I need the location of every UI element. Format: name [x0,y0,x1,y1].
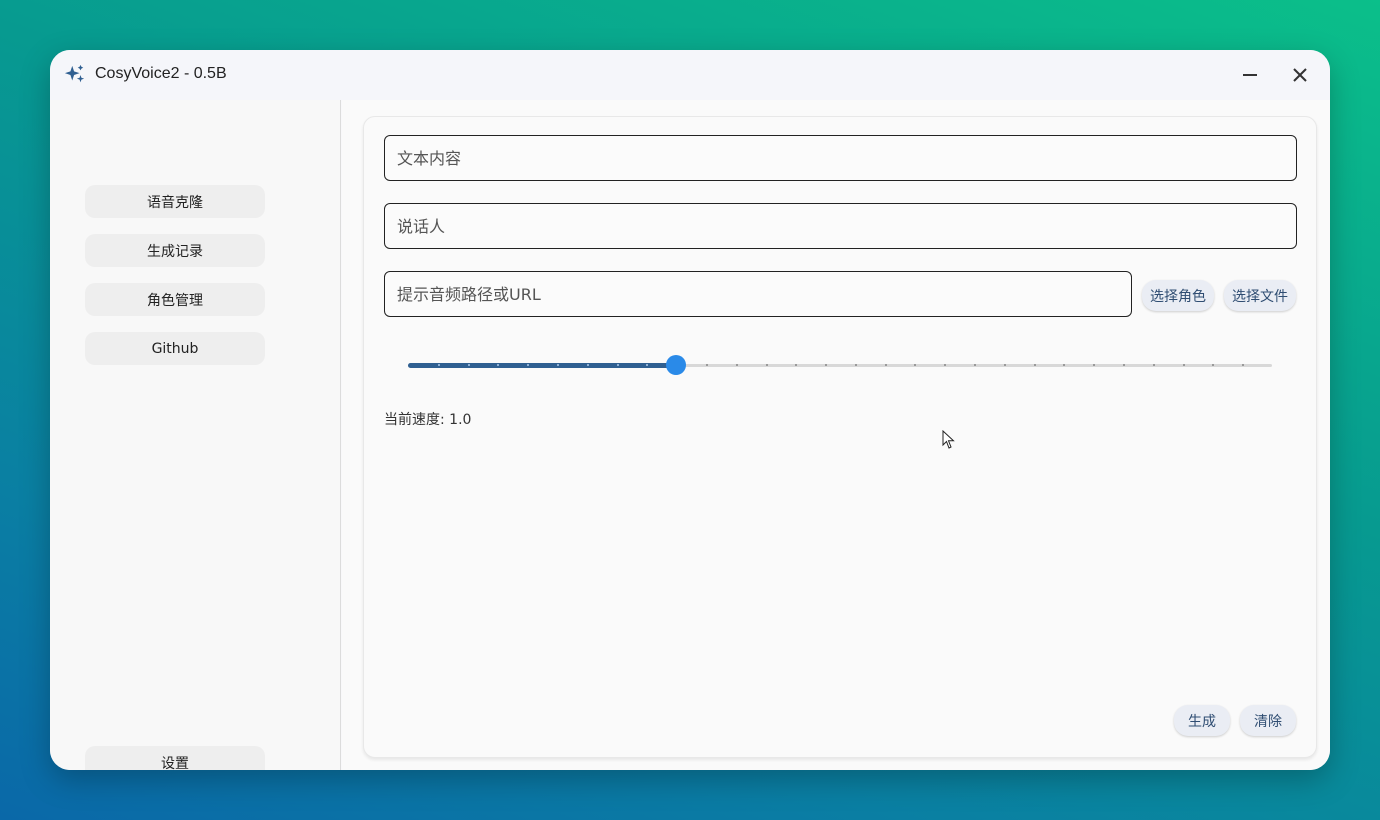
slider-tick [497,364,500,366]
slider-tick [705,364,708,366]
sidebar-item-settings[interactable]: 设置 [85,746,265,770]
slider-tick [1003,364,1006,366]
sidebar-item-label: 生成记录 [147,243,203,260]
title-bar: CosyVoice2 - 0.5B [50,50,1330,100]
prompt-audio-input[interactable] [385,272,1131,316]
slider-tick [646,364,649,366]
select-file-button[interactable]: 选择文件 [1224,280,1296,311]
sidebar-item-roles[interactable]: 角色管理 [85,283,265,316]
slider-tick [795,364,798,366]
slider-tick [974,364,977,366]
slider-tick [854,364,857,366]
slider-tick [1152,364,1155,366]
slider-tick [884,364,887,366]
slider-tick [586,364,589,366]
slider-tick [914,364,917,366]
text-content-field[interactable] [384,135,1297,181]
slider-tick [1033,364,1036,366]
slider-tick [437,364,440,366]
speed-slider[interactable] [408,355,1272,375]
speaker-input[interactable] [385,204,1296,248]
slider-tick [944,364,947,366]
slider-tick [527,364,530,366]
select-role-button[interactable]: 选择角色 [1142,280,1214,311]
slider-tick [467,364,470,366]
speaker-field[interactable] [384,203,1297,249]
sidebar: 语音克隆 生成记录 角色管理 Github 设置 [50,100,341,770]
sidebar-item-label: 角色管理 [147,292,203,309]
slider-tick [1123,364,1126,366]
slider-tick [556,364,559,366]
generate-button[interactable]: 生成 [1174,705,1230,736]
slider-tick [765,364,768,366]
text-content-input[interactable] [385,136,1296,180]
speed-slider-ticks [408,364,1272,367]
sidebar-item-label: 设置 [161,755,189,771]
sidebar-item-history[interactable]: 生成记录 [85,234,265,267]
sidebar-item-label: Github [151,340,199,357]
prompt-audio-field[interactable] [384,271,1132,317]
sidebar-item-label: 语音克隆 [147,194,203,211]
main-area: 选择角色 选择文件 当前速度: 1.0 生成 清除 [342,100,1330,770]
slider-tick [1093,364,1096,366]
slider-tick [1242,364,1245,366]
sidebar-item-voice-clone[interactable]: 语音克隆 [85,185,265,218]
slider-tick [735,364,738,366]
slider-tick [1182,364,1185,366]
app-window: CosyVoice2 - 0.5B 语音克隆 生成记录 角色管理 Github … [50,50,1330,770]
minimize-icon[interactable] [1240,65,1260,85]
voice-form-card: 选择角色 选择文件 当前速度: 1.0 生成 清除 [363,116,1317,758]
close-icon[interactable] [1290,65,1310,85]
clear-button[interactable]: 清除 [1240,705,1296,736]
sidebar-item-github[interactable]: Github [85,332,265,365]
speed-slider-thumb[interactable] [665,355,686,375]
slider-tick [1063,364,1066,366]
slider-tick [825,364,828,366]
window-title: CosyVoice2 - 0.5B [95,65,227,82]
slider-tick [616,364,619,366]
sparkle-icon [64,64,85,83]
speed-label: 当前速度: 1.0 [384,412,472,428]
mouse-cursor-icon [942,430,955,449]
slider-tick [1212,364,1215,366]
